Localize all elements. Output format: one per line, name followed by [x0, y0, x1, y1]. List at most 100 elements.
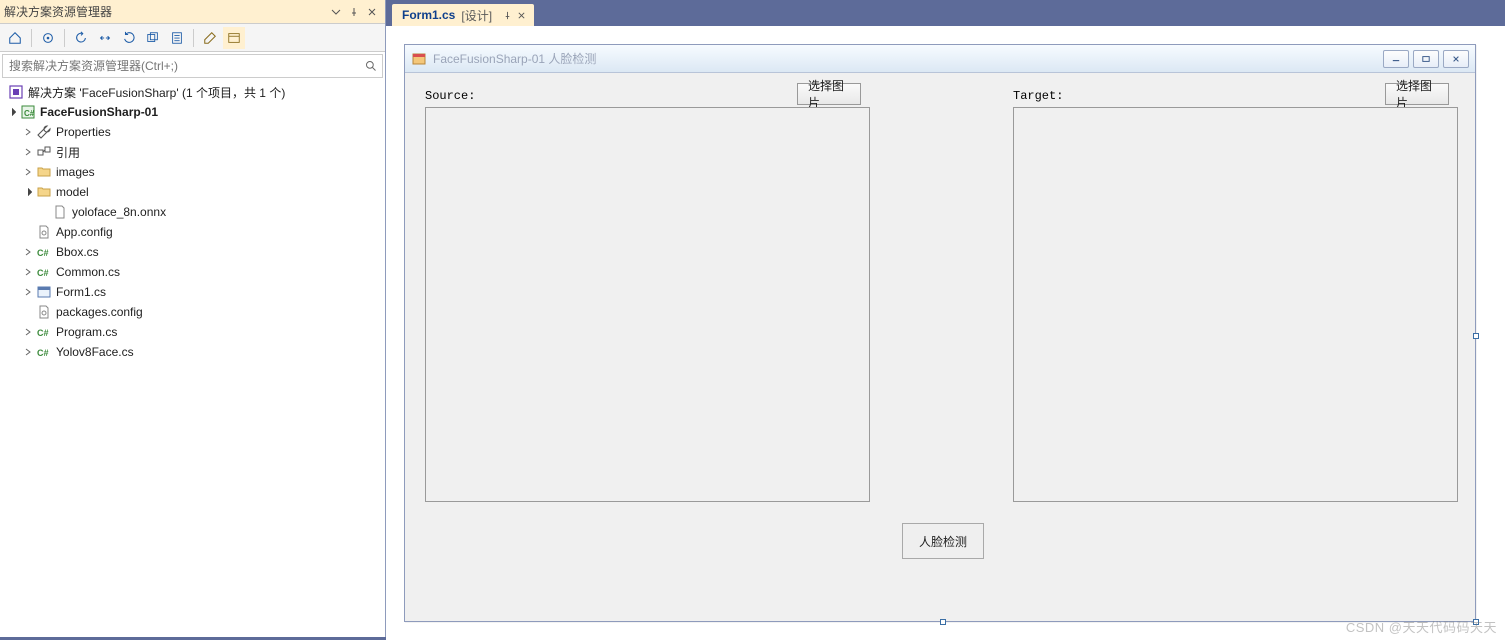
- toolbar-separator: [64, 29, 65, 47]
- preview-icon[interactable]: [223, 27, 245, 49]
- csproj-icon: C#: [20, 104, 36, 120]
- references-icon: [36, 144, 52, 160]
- form-body: Source: 选择图片 Target: 选择图片 人脸检测: [405, 73, 1475, 621]
- tab-pin-icon[interactable]: [500, 8, 514, 22]
- svg-text:C#: C#: [24, 109, 35, 118]
- tree-item-program[interactable]: C# Program.cs: [0, 322, 385, 342]
- resize-handle-s[interactable]: [940, 619, 946, 625]
- maximize-button[interactable]: [1413, 50, 1439, 68]
- solution-explorer-pane: 解决方案资源管理器 解决方案: [0, 0, 386, 637]
- tree-item-model-folder[interactable]: model: [0, 182, 385, 202]
- source-label: Source:: [425, 89, 475, 103]
- tree-label: Program.cs: [56, 325, 117, 339]
- tree-label: yoloface_8n.onnx: [72, 205, 166, 219]
- select-source-button[interactable]: 选择图片: [797, 83, 861, 105]
- tree-item-appconfig[interactable]: App.config: [0, 222, 385, 242]
- tree-solution-node[interactable]: 解决方案 'FaceFusionSharp' (1 个项目，共 1 个): [0, 82, 385, 102]
- tree-label: Yolov8Face.cs: [56, 345, 134, 359]
- config-icon: [36, 224, 52, 240]
- svg-text:C#: C#: [37, 348, 49, 358]
- search-icon[interactable]: [360, 60, 382, 72]
- file-icon: [52, 204, 68, 220]
- csharp-file-icon: C#: [36, 344, 52, 360]
- toolbar-separator: [193, 29, 194, 47]
- form-icon: [411, 51, 427, 67]
- expander-closed-icon[interactable]: [20, 284, 36, 300]
- tree-label: FaceFusionSharp-01: [40, 105, 158, 119]
- svg-text:C#: C#: [37, 248, 49, 258]
- expander-closed-icon[interactable]: [20, 264, 36, 280]
- refresh-icon[interactable]: [118, 27, 140, 49]
- csharp-file-icon: C#: [36, 324, 52, 340]
- target-picturebox[interactable]: [1013, 107, 1458, 502]
- tree-label: App.config: [56, 225, 113, 239]
- tree-item-onnx-file[interactable]: yoloface_8n.onnx: [0, 202, 385, 222]
- csharp-file-icon: C#: [36, 244, 52, 260]
- scope-icon[interactable]: [37, 27, 59, 49]
- minimize-button[interactable]: [1383, 50, 1409, 68]
- show-all-files-icon[interactable]: [166, 27, 188, 49]
- watermark: CSDN @天天代码码天天: [1346, 617, 1497, 636]
- tree-label: Form1.cs: [56, 285, 106, 299]
- tree-item-common[interactable]: C# Common.cs: [0, 262, 385, 282]
- svg-text:C#: C#: [37, 328, 49, 338]
- expander-closed-icon[interactable]: [20, 344, 36, 360]
- document-tab[interactable]: Form1.cs [设计]: [392, 4, 534, 26]
- target-label: Target:: [1013, 89, 1063, 103]
- tree-label: Properties: [56, 125, 111, 139]
- tree-item-images-folder[interactable]: images: [0, 162, 385, 182]
- expander-closed-icon[interactable]: [20, 144, 36, 160]
- pin-icon[interactable]: [345, 3, 363, 21]
- window-buttons: [1383, 50, 1469, 68]
- solution-search-box[interactable]: [2, 54, 383, 78]
- tree-project-node[interactable]: C# FaceFusionSharp-01: [0, 102, 385, 122]
- resize-handle-e[interactable]: [1473, 333, 1479, 339]
- toolbar-separator: [31, 29, 32, 47]
- expander-open-icon[interactable]: [20, 184, 36, 200]
- form-titlebar: FaceFusionSharp-01 人脸检测: [405, 45, 1475, 73]
- collapse-all-icon[interactable]: [142, 27, 164, 49]
- winform-icon: [36, 284, 52, 300]
- tree-label: Bbox.cs: [56, 245, 99, 259]
- window-dropdown-icon[interactable]: [327, 3, 345, 21]
- close-icon[interactable]: [363, 3, 381, 21]
- properties-icon[interactable]: [199, 27, 221, 49]
- tab-filename: Form1.cs: [402, 8, 455, 22]
- solution-explorer-header: 解决方案资源管理器: [0, 0, 385, 24]
- tab-close-icon[interactable]: [514, 8, 528, 22]
- close-button[interactable]: [1443, 50, 1469, 68]
- tree-item-form1[interactable]: Form1.cs: [0, 282, 385, 302]
- winform-preview[interactable]: FaceFusionSharp-01 人脸检测 Source: 选择图片 Tar…: [404, 44, 1476, 622]
- designer-surface[interactable]: FaceFusionSharp-01 人脸检测 Source: 选择图片 Tar…: [386, 26, 1505, 640]
- detect-button[interactable]: 人脸检测: [902, 523, 984, 559]
- tree-item-bbox[interactable]: C# Bbox.cs: [0, 242, 385, 262]
- tree-item-yolov8face[interactable]: C# Yolov8Face.cs: [0, 342, 385, 362]
- tree-item-references[interactable]: 引用: [0, 142, 385, 162]
- expander-closed-icon[interactable]: [20, 164, 36, 180]
- svg-text:C#: C#: [37, 268, 49, 278]
- solution-explorer-toolbar: [0, 24, 385, 52]
- select-target-button[interactable]: 选择图片: [1385, 83, 1449, 105]
- tree-item-packages[interactable]: packages.config: [0, 302, 385, 322]
- sync-icon[interactable]: [94, 27, 116, 49]
- expander-closed-icon[interactable]: [20, 244, 36, 260]
- tree-label: 解决方案 'FaceFusionSharp' (1 个项目，共 1 个): [28, 84, 285, 101]
- expander-open-icon[interactable]: [4, 104, 20, 120]
- back-icon[interactable]: [70, 27, 92, 49]
- form-title: FaceFusionSharp-01 人脸检测: [433, 50, 1383, 67]
- home-icon[interactable]: [4, 27, 26, 49]
- folder-icon: [36, 184, 52, 200]
- tree-label: packages.config: [56, 305, 143, 319]
- solution-tree: 解决方案 'FaceFusionSharp' (1 个项目，共 1 个) C# …: [0, 80, 385, 637]
- config-icon: [36, 304, 52, 320]
- designer-pane: Form1.cs [设计] FaceFusionSharp-01 人脸检测: [386, 0, 1505, 637]
- tree-label: 引用: [56, 144, 80, 161]
- search-input[interactable]: [3, 59, 360, 73]
- expander-closed-icon[interactable]: [20, 324, 36, 340]
- tree-item-properties[interactable]: Properties: [0, 122, 385, 142]
- document-tabbar: Form1.cs [设计]: [386, 0, 1505, 26]
- source-picturebox[interactable]: [425, 107, 870, 502]
- solution-icon: [8, 84, 24, 100]
- expander-closed-icon[interactable]: [20, 124, 36, 140]
- wrench-icon: [36, 124, 52, 140]
